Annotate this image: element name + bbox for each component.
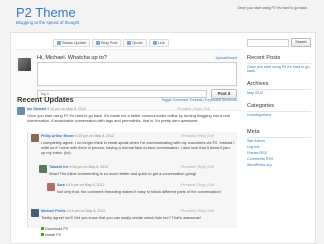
- tab-status-update[interactable]: Status Update: [53, 39, 91, 47]
- avatar: [31, 134, 39, 142]
- post-type-tabs: Status Update Blog Post Quote Link: [53, 39, 169, 47]
- checklist-item[interactable]: Download P2: [41, 226, 161, 231]
- comment-text: I completely agree. I no longer think in…: [41, 140, 235, 155]
- divider: [247, 137, 311, 138]
- avatar: [18, 58, 31, 71]
- recent-posts-heading: Recent Posts: [247, 55, 281, 61]
- tab-label: Status Update: [62, 41, 87, 45]
- post-actions[interactable]: Permalink | Reply | Edit: [177, 107, 210, 111]
- comment-timestamp[interactable]: 9:19 pm on May 8, 2012: [66, 183, 105, 187]
- post-meta: Ian Stewart 9:14 pm on May 8, 2012: [27, 107, 86, 111]
- meta-link[interactable]: Comments RSS: [247, 157, 273, 161]
- comment-timestamp[interactable]: 9:16 pm on May 8, 2012: [75, 134, 114, 138]
- comment-actions[interactable]: Permalink | Reply | Edit: [181, 165, 214, 169]
- checklist-label: Install P2: [45, 232, 62, 237]
- recent-updates-title: Recent Updates: [17, 95, 74, 104]
- tab-label: Blog Post: [101, 41, 118, 45]
- category-link[interactable]: Uncategorized: [247, 113, 271, 117]
- recent-post-link[interactable]: Once you start using P2 it's hard to go …: [247, 65, 311, 74]
- avatar: [31, 209, 39, 217]
- comment-author[interactable]: Philip Arthur Moore: [41, 134, 74, 138]
- post-text: Once you start using P2 it's hard to go …: [27, 113, 230, 123]
- status-icon: [57, 41, 61, 45]
- divider: [247, 89, 311, 90]
- meta-link[interactable]: Site Admin: [247, 139, 265, 143]
- comment-timestamp[interactable]: 9:18 pm on May 8, 2012: [70, 165, 109, 169]
- header-note[interactable]: Once you start using P2 it's hard to go …: [230, 6, 308, 10]
- composer-greeting: Hi, Michael. Whatcha up to?: [37, 55, 107, 61]
- tab-blog-post[interactable]: Blog Post: [92, 39, 122, 47]
- site-tagline: Blogging at the speed of thought: [16, 20, 80, 25]
- comment-actions[interactable]: Permalink | Reply | Edit: [181, 183, 214, 187]
- post-text-input[interactable]: [37, 62, 237, 86]
- comment-text: Totally agree! Isn't! Did you know that …: [41, 215, 201, 220]
- comment-meta: Sara 9:19 pm on May 8, 2012: [57, 183, 105, 187]
- comment-text: Not only that, the comment threading mak…: [57, 189, 221, 194]
- toggle-links[interactable]: Toggle Comment Threads | Keyboard Shortc…: [161, 98, 237, 102]
- site-title[interactable]: P2 Theme: [16, 5, 76, 20]
- comment-timestamp[interactable]: 9:19 pm on May 8, 2012: [67, 209, 106, 213]
- avatar: [47, 183, 55, 191]
- archive-link[interactable]: May 2012: [247, 91, 263, 95]
- divider: [247, 63, 311, 64]
- meta-link[interactable]: Entries RSS: [247, 151, 267, 155]
- comment-meta: Takashi Irie 9:18 pm on May 8, 2012: [49, 165, 108, 169]
- comment-author[interactable]: Sara: [57, 183, 65, 187]
- post-author[interactable]: Ian Stewart: [27, 107, 46, 111]
- avatar: [39, 165, 47, 173]
- quote-icon: [127, 41, 132, 45]
- link-icon: [152, 41, 157, 45]
- sidebar: Search Recent Posts Once you start using…: [243, 35, 313, 241]
- check-icon: [41, 227, 44, 230]
- tab-quote[interactable]: Quote: [123, 39, 147, 47]
- browser-page: P2 Theme Blogging at the speed of though…: [0, 0, 324, 244]
- recent-updates-header: Recent Updates Toggle Comment Threads | …: [17, 95, 239, 105]
- page-content: Status Update Blog Post Quote Link Hi, M…: [10, 32, 316, 244]
- divider: [247, 111, 311, 112]
- archives-heading: Archives: [247, 81, 269, 87]
- comment-meta: Michael Fields 9:19 pm on May 8, 2012: [41, 209, 105, 213]
- comment-text: Wow! The inline commenting is so much be…: [49, 171, 197, 176]
- avatar: [17, 107, 25, 115]
- comment-meta: Philip Arthur Moore 9:16 pm on May 8, 20…: [41, 134, 114, 138]
- search-input[interactable]: [247, 39, 289, 47]
- meta-heading: Meta: [247, 129, 260, 135]
- meta-link[interactable]: WordPress.org: [247, 163, 272, 167]
- comment-author[interactable]: Michael Fields: [41, 209, 66, 213]
- tab-label: Link: [157, 41, 165, 45]
- categories-heading: Categories: [247, 103, 275, 109]
- comment-author[interactable]: Takashi Irie: [49, 165, 69, 169]
- comment-actions[interactable]: Permalink | Reply | Edit: [181, 134, 214, 138]
- comment-actions[interactable]: Permalink | Reply | Edit: [181, 209, 214, 213]
- tab-link[interactable]: Link: [148, 39, 169, 47]
- blog-icon: [96, 41, 101, 45]
- search-button[interactable]: Search: [291, 38, 311, 47]
- check-icon: [41, 233, 44, 236]
- tab-label: Quote: [132, 41, 143, 45]
- checklist-label: Download P2: [45, 226, 69, 231]
- meta-link[interactable]: Log out: [247, 145, 259, 149]
- checklist-item[interactable]: Install P2: [41, 232, 161, 237]
- post-timestamp[interactable]: 9:14 pm on May 8, 2012: [47, 107, 86, 111]
- upload-insert-link[interactable]: Upload/Insert: [216, 56, 237, 60]
